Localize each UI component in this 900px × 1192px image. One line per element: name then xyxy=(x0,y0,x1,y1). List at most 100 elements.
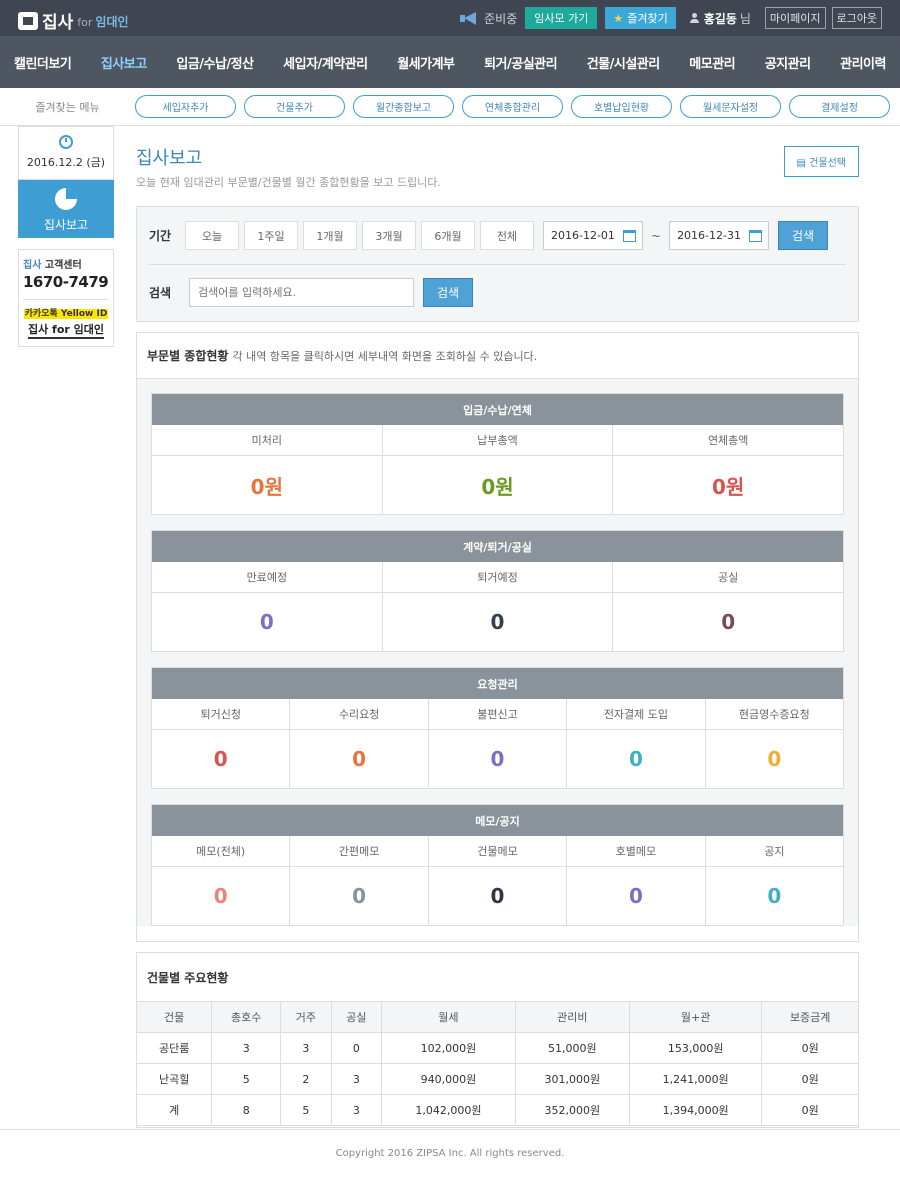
megaphone-icon xyxy=(460,11,478,25)
sidebar-item-report[interactable]: 집사보고 xyxy=(18,180,114,238)
period-search-button[interactable]: 검색 xyxy=(778,221,829,250)
fav-overdue[interactable]: 연체종합관리 xyxy=(462,95,563,118)
favorite-label: 즐겨찾기 xyxy=(627,12,668,25)
building-status-panel: 건물별 주요현황 건물 총호수 거주 공실 월세 관리비 월+관 보증금계 공단룸 3 3 0 102… xyxy=(136,952,859,1128)
table-row[interactable]: 난곡힐 5 2 3 940,000원 301,000원 1,241,000원 0원 xyxy=(137,1063,858,1095)
search-label: 검색 xyxy=(149,286,172,300)
search-button[interactable]: 검색 xyxy=(423,278,473,307)
fav-add-tenant[interactable]: 세입자추가 xyxy=(135,95,236,118)
summary-item[interactable]: 만료예정 0 xyxy=(152,562,383,651)
summary-item[interactable]: 호별메모 0 xyxy=(567,836,706,925)
logo[interactable]: 집사 for 임대인 xyxy=(18,8,129,33)
go-imsamo-button[interactable]: 임사모 가기 xyxy=(525,7,598,29)
summary-group: 메모/공지 메모(전체) 0 간편메모 0 건물메모 0 호별메모 0 공지 0 xyxy=(151,804,844,926)
search-input[interactable] xyxy=(189,278,414,307)
range-6months[interactable]: 6개월 xyxy=(421,221,475,250)
table-cell: 난곡힐 xyxy=(137,1063,213,1095)
sidebar-item-label: 집사보고 xyxy=(43,218,89,232)
summary-item[interactable]: 공실 0 xyxy=(613,562,844,651)
summary-item[interactable]: 수리요청 0 xyxy=(290,699,429,788)
nav-memo[interactable]: 메모관리 xyxy=(689,53,735,72)
summary-item-value[interactable]: 0 xyxy=(152,593,382,651)
summary-item[interactable]: 연체총액 0원 xyxy=(613,425,844,514)
calendar-icon[interactable] xyxy=(623,230,636,242)
summary-item-value[interactable]: 0원 xyxy=(383,456,613,514)
summary-item[interactable]: 퇴거신청 0 xyxy=(152,699,291,788)
range-3months[interactable]: 3개월 xyxy=(362,221,416,250)
summary-item[interactable]: 전자결제 도입 0 xyxy=(567,699,706,788)
table-cell: 0원 xyxy=(761,1032,858,1064)
nav-report[interactable]: 집사보고 xyxy=(101,53,147,72)
favorite-button[interactable]: ★ 즐겨찾기 xyxy=(605,7,676,29)
summary-item-label: 만료예정 xyxy=(152,562,382,593)
logo-for: for xyxy=(77,15,93,29)
table-row[interactable]: 공단룸 3 3 0 102,000원 51,000원 153,000원 0원 xyxy=(137,1032,858,1064)
nav-ledger[interactable]: 월세가계부 xyxy=(397,53,455,72)
summary-title: 부문별 종합현황 xyxy=(147,349,229,363)
summary-item[interactable]: 메모(전체) 0 xyxy=(152,836,291,925)
nav-calendar[interactable]: 캘린더보기 xyxy=(14,53,72,72)
summary-item[interactable]: 미처리 0원 xyxy=(152,425,383,514)
home-logo-icon xyxy=(18,11,38,30)
summary-item-value[interactable]: 0 xyxy=(429,867,566,925)
start-date-input[interactable]: 2016-12-01 xyxy=(543,221,643,250)
summary-item-value[interactable]: 0 xyxy=(152,730,289,788)
nav-buildings[interactable]: 건물/시설관리 xyxy=(587,53,661,72)
summary-item-label: 퇴거신청 xyxy=(152,699,290,730)
fav-sms-settings[interactable]: 월세문자설정 xyxy=(680,95,781,118)
summary-item-value[interactable]: 0원 xyxy=(613,456,843,514)
kakao-banner[interactable]: 카카오톡 Yellow ID 집사 for 임대인 xyxy=(23,299,109,339)
logout-button[interactable]: 로그아웃 xyxy=(831,7,882,29)
nav-notice[interactable]: 공지관리 xyxy=(765,53,811,72)
fav-monthly-report[interactable]: 월간종합보고 xyxy=(353,95,454,118)
summary-item-value[interactable]: 0 xyxy=(567,730,704,788)
table-cell: 51,000원 xyxy=(515,1032,630,1064)
user-suffix: 님 xyxy=(739,11,751,26)
building-status-title: 건물별 주요현황 xyxy=(147,970,229,985)
summary-item-value[interactable]: 0 xyxy=(706,867,843,925)
summary-item-value[interactable]: 0 xyxy=(706,730,843,788)
summary-item-value[interactable]: 0원 xyxy=(152,456,382,514)
summary-item-value[interactable]: 0 xyxy=(290,867,427,925)
fav-add-building[interactable]: 건물추가 xyxy=(244,95,345,118)
range-1week[interactable]: 1주일 xyxy=(244,221,298,250)
table-row[interactable]: 계 8 5 3 1,042,000원 352,000원 1,394,000원 0원 xyxy=(137,1094,858,1126)
range-1month[interactable]: 1개월 xyxy=(303,221,357,250)
summary-item[interactable]: 간편메모 0 xyxy=(290,836,429,925)
fav-payment-settings[interactable]: 결제설정 xyxy=(789,95,890,118)
table-cell: 3 xyxy=(331,1094,383,1126)
customer-center-banner[interactable]: 집사 고객센터 1670-7479 카카오톡 Yellow ID 집사 for … xyxy=(18,249,114,347)
summary-item[interactable]: 불편신고 0 xyxy=(428,699,568,788)
summary-item[interactable]: 퇴거예정 0 xyxy=(382,562,614,651)
summary-item-label: 납부총액 xyxy=(382,425,613,456)
fav-unit-payment[interactable]: 호별납입현황 xyxy=(571,95,672,118)
mypage-button[interactable]: 마이페이지 xyxy=(764,7,826,29)
nav-history[interactable]: 관리이력 xyxy=(840,53,886,72)
summary-item[interactable]: 현금영수증요청 0 xyxy=(705,699,844,788)
calendar-icon[interactable] xyxy=(749,230,763,242)
summary-item[interactable]: 납부총액 0원 xyxy=(382,425,614,514)
summary-item-value[interactable]: 0 xyxy=(383,593,613,651)
range-all[interactable]: 전체 xyxy=(480,221,534,250)
summary-item-value[interactable]: 0 xyxy=(152,867,289,925)
summary-item-value[interactable]: 0 xyxy=(429,730,566,788)
column-header: 관리비 xyxy=(515,1001,630,1033)
clock-icon xyxy=(59,135,73,149)
nav-moveout[interactable]: 퇴거/공실관리 xyxy=(484,53,558,72)
table-cell: 3 xyxy=(331,1063,383,1095)
summary-item[interactable]: 공지 0 xyxy=(705,836,844,925)
nav-payments[interactable]: 입금/수납/정산 xyxy=(176,53,254,72)
column-header: 건물 xyxy=(137,1001,213,1033)
summary-item-value[interactable]: 0 xyxy=(567,867,704,925)
end-date-input[interactable]: 2016-12-31 xyxy=(669,221,770,250)
summary-item-value[interactable]: 0 xyxy=(290,730,427,788)
table-cell: 5 xyxy=(211,1063,282,1095)
summary-item-label: 불편신고 xyxy=(428,699,567,730)
nav-tenants[interactable]: 세입자/계약관리 xyxy=(283,53,368,72)
range-today[interactable]: 오늘 xyxy=(185,221,239,250)
summary-item[interactable]: 건물메모 0 xyxy=(428,836,568,925)
building-select-button[interactable]: ▤ 건물선택 xyxy=(783,146,859,177)
logo-target: 임대인 xyxy=(95,15,129,29)
column-header: 거주 xyxy=(280,1001,332,1033)
summary-item-value[interactable]: 0 xyxy=(613,593,843,651)
